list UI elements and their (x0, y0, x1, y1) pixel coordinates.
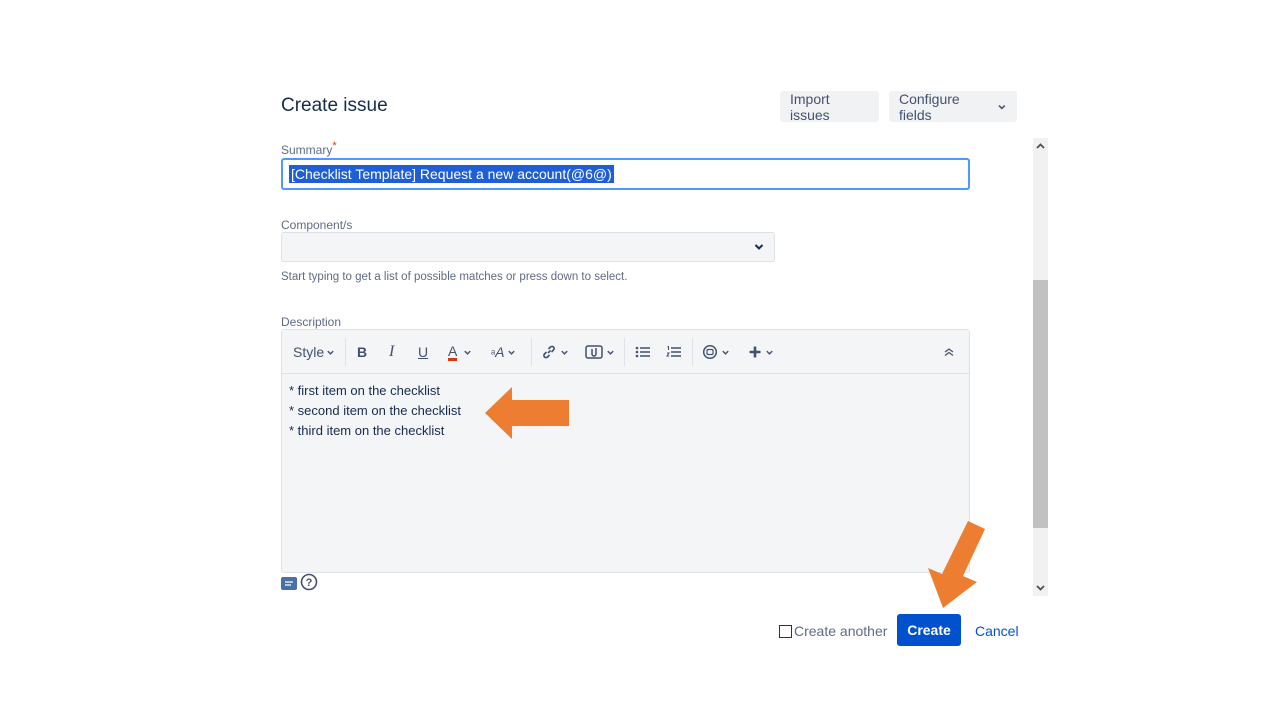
text-color-button[interactable]: A (448, 341, 472, 363)
chevron-down-icon (327, 350, 334, 355)
editor-mode-icon[interactable] (281, 577, 297, 590)
collapse-icon[interactable] (943, 341, 955, 363)
chevron-down-icon (607, 350, 614, 355)
scroll-down-icon[interactable] (1035, 582, 1046, 593)
emoji-icon (702, 344, 718, 360)
checkbox-box[interactable] (779, 624, 792, 638)
arrow-down-icon (928, 521, 985, 608)
description-line: * third item on the checklist (289, 423, 445, 438)
configure-fields-button[interactable]: Configure fields (889, 90, 1017, 123)
cancel-link[interactable]: Cancel (975, 623, 1019, 639)
text-size-icon: ᵃA (491, 344, 505, 360)
attachment-icon (585, 345, 603, 359)
bullet-list-icon[interactable] (635, 341, 651, 363)
component-hint: Start typing to get a list of possible m… (281, 271, 628, 283)
create-button[interactable]: Create (897, 614, 961, 646)
description-label: Description (281, 315, 342, 329)
style-dropdown[interactable]: Style (293, 341, 335, 363)
scroll-thumb[interactable] (1033, 280, 1048, 528)
chevron-down-icon (754, 244, 764, 250)
chevron-down-icon (722, 350, 729, 355)
dialog-title: Create issue (281, 95, 388, 116)
dialog-scrollbar[interactable] (1033, 138, 1048, 596)
editor-toolbar: Style B I U A ᵃA (282, 330, 969, 374)
summary-label-wrap: Summary* (281, 140, 337, 157)
arrow-left-icon (485, 387, 569, 439)
text-size-button[interactable]: ᵃA (491, 341, 516, 363)
link-button[interactable] (541, 341, 569, 363)
chevron-down-icon (464, 350, 472, 355)
style-label: Style (293, 344, 325, 360)
configure-fields-label: Configure fields (899, 90, 960, 123)
summary-input[interactable]: [Checklist Template] Request a new accou… (281, 158, 970, 190)
italic-icon[interactable]: I (389, 341, 394, 363)
required-mark: * (332, 140, 337, 152)
description-text[interactable]: * first item on the checklist * second i… (289, 381, 461, 441)
numbered-list-icon[interactable] (666, 341, 682, 363)
svg-text:?: ? (306, 577, 313, 589)
insert-more-button[interactable] (748, 341, 774, 363)
summary-value: [Checklist Template] Request a new accou… (289, 165, 614, 183)
text-color-icon: A (448, 342, 458, 361)
description-line: * second item on the checklist (289, 403, 461, 418)
plus-icon (749, 346, 761, 358)
attachment-button[interactable] (585, 341, 615, 363)
description-editor[interactable]: Style B I U A ᵃA * first item on the che… (281, 329, 970, 573)
chevron-down-icon (561, 350, 568, 355)
chevron-down-icon (766, 350, 773, 355)
scroll-up-icon[interactable] (1035, 141, 1046, 152)
description-line: * first item on the checklist (289, 383, 440, 398)
link-icon (543, 345, 555, 359)
underline-icon[interactable]: U (418, 341, 428, 363)
component-select[interactable] (281, 232, 775, 262)
component-label: Component/s (281, 218, 353, 232)
bold-icon[interactable]: B (357, 341, 367, 363)
create-another-label: Create another (794, 623, 888, 639)
chevron-down-icon (998, 104, 1006, 110)
import-issues-button[interactable]: Import issues (780, 91, 879, 123)
create-another-checkbox[interactable]: Create another (779, 623, 887, 639)
chevron-down-icon (508, 350, 516, 355)
summary-label: Summary (281, 143, 333, 157)
help-icon[interactable]: ? (300, 573, 318, 596)
emoji-button[interactable] (702, 341, 730, 363)
